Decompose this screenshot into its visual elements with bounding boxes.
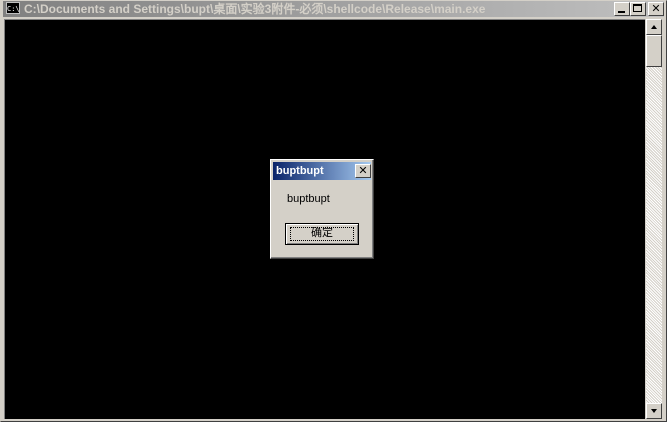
arrow-up-icon <box>651 25 657 29</box>
title-bar[interactable]: C:\ C:\Documents and Settings\bupt\桌面\实验… <box>3 1 664 17</box>
dialog-close-button[interactable]: ✕ <box>355 164 371 178</box>
scroll-up-button[interactable] <box>646 19 662 35</box>
minimize-button[interactable] <box>614 2 630 16</box>
scroll-down-button[interactable] <box>646 403 662 419</box>
message-box-dialog: buptbupt ✕ buptbupt 确定 <box>270 159 374 259</box>
scrollbar-thumb[interactable] <box>646 35 662 67</box>
console-window: C:\ C:\Documents and Settings\bupt\桌面\实验… <box>0 0 667 422</box>
dialog-message: buptbupt <box>287 193 330 205</box>
vertical-scrollbar[interactable] <box>646 19 662 419</box>
dialog-title: buptbupt <box>276 165 324 177</box>
close-icon: ✕ <box>651 2 661 15</box>
minimize-icon <box>618 11 625 13</box>
maximize-button[interactable] <box>630 2 646 16</box>
console-app-icon[interactable]: C:\ <box>6 2 20 14</box>
dialog-title-bar[interactable]: buptbupt ✕ <box>273 162 371 180</box>
close-button[interactable]: ✕ <box>648 2 664 16</box>
ok-button-label: 确定 <box>311 226 333 239</box>
arrow-down-icon <box>651 409 657 413</box>
window-title: C:\Documents and Settings\bupt\桌面\实验3附件-… <box>24 2 486 16</box>
close-icon: ✕ <box>358 164 368 177</box>
maximize-icon <box>633 4 642 12</box>
ok-button[interactable]: 确定 <box>285 223 359 245</box>
